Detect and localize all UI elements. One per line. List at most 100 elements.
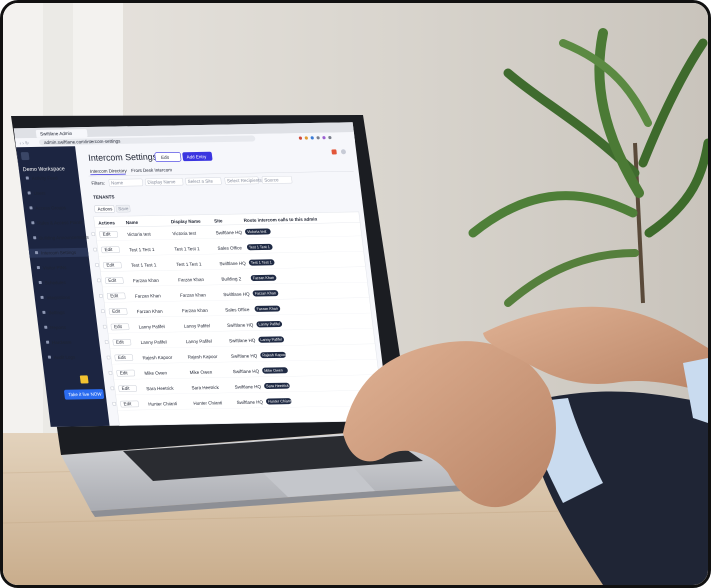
save-button-label: Save xyxy=(118,206,129,211)
row-checkbox[interactable] xyxy=(95,263,99,267)
sidebar-item[interactable]: Integrations xyxy=(46,295,71,300)
row-checkbox[interactable] xyxy=(108,371,113,375)
column-header: Name xyxy=(126,220,139,225)
row-edit-label: Edit xyxy=(114,324,123,329)
row-site: Swiftlane HQ xyxy=(236,400,263,406)
column-header: Actions xyxy=(98,220,116,225)
row-name: Test 1 Test 1 xyxy=(131,262,157,267)
row-edit-label: Edit xyxy=(104,247,113,252)
route-tag-label: Lanny Pafifel xyxy=(260,338,282,342)
sidebar-item-icon xyxy=(36,266,40,270)
help-badge-icon[interactable] xyxy=(79,375,89,384)
filter-placeholder: Name xyxy=(111,180,124,185)
row-site: Building 2 xyxy=(221,276,242,281)
browser-tab-title: Swiftlane Admin xyxy=(40,131,73,137)
row-site: Swiftlane HQ xyxy=(223,292,250,298)
filter-placeholder: Select Recipients xyxy=(227,178,263,184)
row-site: Swiftlane HQ xyxy=(233,369,260,375)
row-display-name: Farzan Khan xyxy=(182,308,209,313)
sidebar-item[interactable]: Reports xyxy=(50,325,67,330)
sidebar-item[interactable]: Intercom Settings xyxy=(41,250,77,256)
route-tag-label: Victoria test xyxy=(247,230,268,234)
row-display-name: Sara Heetrick xyxy=(191,385,220,391)
sidebar-item[interactable]: Users xyxy=(33,191,46,196)
sidebar-item-icon xyxy=(27,191,31,195)
row-edit-label: Edit xyxy=(123,401,132,406)
filter-placeholder: Source xyxy=(264,177,279,182)
row-name: Lanny Pafifel xyxy=(138,324,165,329)
row-checkbox[interactable] xyxy=(100,309,105,313)
row-name: Farzan Khan xyxy=(135,293,162,298)
row-name: Farzan Khan xyxy=(137,309,164,314)
laptop-photo: Swiftlane Admin ‹ › ↻ admin.swiftlane.co… xyxy=(3,3,708,585)
row-display-name: Farzan Khan xyxy=(180,292,207,297)
row-name: Hunter Chianti xyxy=(148,401,177,407)
row-name: Mike Owen xyxy=(144,370,168,375)
row-name: Sara Heetrick xyxy=(146,386,175,392)
route-tag-label: Lanny Pafifel xyxy=(258,322,280,326)
row-checkbox[interactable] xyxy=(99,294,103,298)
filters-label: Filters: xyxy=(91,181,105,186)
sidebar-item-icon xyxy=(44,325,48,329)
row-checkbox[interactable] xyxy=(93,247,98,252)
row-checkbox[interactable] xyxy=(112,402,117,406)
row-name: Victoria test xyxy=(127,232,152,237)
row-site: Swiftlane HQ xyxy=(215,230,242,236)
row-checkbox[interactable] xyxy=(106,355,111,360)
row-checkbox[interactable] xyxy=(104,340,109,344)
sidebar-item-icon xyxy=(33,236,37,240)
row-edit-label: Edit xyxy=(116,339,125,344)
route-tag-label: Sara Heetrick xyxy=(266,384,289,388)
nav-arrows-icon[interactable]: ‹ › ↻ xyxy=(19,141,29,146)
sidebar-item[interactable]: Visitor PINs xyxy=(43,265,68,270)
row-checkbox[interactable] xyxy=(102,324,107,329)
sidebar-item[interactable]: Building Announcements xyxy=(39,235,90,241)
photo-frame: Swiftlane Admin ‹ › ↻ admin.swiftlane.co… xyxy=(0,0,711,588)
row-edit-label: Edit xyxy=(102,232,111,237)
sidebar-item[interactable]: Settings xyxy=(48,310,66,315)
row-edit-label: Edit xyxy=(106,262,115,267)
sidebar-item[interactable]: Schedules xyxy=(44,280,66,285)
sidebar-item[interactable]: Hardware xyxy=(52,340,73,345)
sidebar-item[interactable]: Rules & Access Points xyxy=(37,220,83,226)
filter-placeholder: Select a Site xyxy=(187,179,213,184)
route-tag-label: Mike Owen xyxy=(264,368,283,372)
edit-button-label: Edit xyxy=(161,155,170,160)
row-edit-label: Edit xyxy=(110,293,119,298)
row-checkbox[interactable] xyxy=(110,386,115,391)
tab-front-desk-intercom[interactable]: Front Desk Intercom xyxy=(131,167,173,173)
row-display-name: Lanny Pafifel xyxy=(186,339,213,344)
notification-icon[interactable] xyxy=(331,149,337,155)
filter-placeholder: Display Name xyxy=(147,179,176,185)
row-display-name: Farzan Khan xyxy=(178,277,205,282)
sidebar-item[interactable]: Audit Logs xyxy=(54,355,77,360)
sidebar-item-icon xyxy=(34,251,39,255)
row-display-name: Test 1 Test 1 xyxy=(176,262,202,267)
row-checkbox[interactable] xyxy=(97,278,101,283)
row-edit-label: Edit xyxy=(120,370,129,375)
row-site: Swiftlane HQ xyxy=(234,384,261,390)
route-tag-label: Test 1 Test 1 xyxy=(249,245,270,249)
app-logo xyxy=(20,152,30,161)
page-title: Intercom Settings xyxy=(88,152,158,163)
row-site: Sales Office xyxy=(217,245,242,250)
row-checkbox[interactable] xyxy=(91,232,96,236)
row-name: Farzan Khan xyxy=(133,278,160,283)
workspace-name[interactable]: Demo Workspace xyxy=(23,166,66,173)
tab-intercom-directory[interactable]: Intercom Directory xyxy=(90,168,128,174)
sidebar-item-icon xyxy=(25,176,29,180)
row-name: Test 1 Test 1 xyxy=(129,247,155,252)
route-tag-label: Farzan Khan xyxy=(256,307,278,311)
sidebar-item[interactable]: Access Groups xyxy=(35,205,67,211)
row-display-name: Mike Owen xyxy=(189,370,213,375)
row-display-name: Lanny Pafifel xyxy=(184,323,211,328)
sidebar-item-icon xyxy=(42,310,46,314)
sidebar-item[interactable]: Activity Feed xyxy=(31,175,58,180)
row-name: Lanny Pafifel xyxy=(140,339,167,344)
tenants-table xyxy=(93,211,385,426)
take-live-label: Take it live NOW xyxy=(68,392,103,398)
sidebar-item-icon xyxy=(40,295,44,299)
route-tag-label: Rajesh Kapoor xyxy=(262,353,288,357)
row-edit-label: Edit xyxy=(118,355,127,360)
row-edit-label: Edit xyxy=(121,386,130,391)
